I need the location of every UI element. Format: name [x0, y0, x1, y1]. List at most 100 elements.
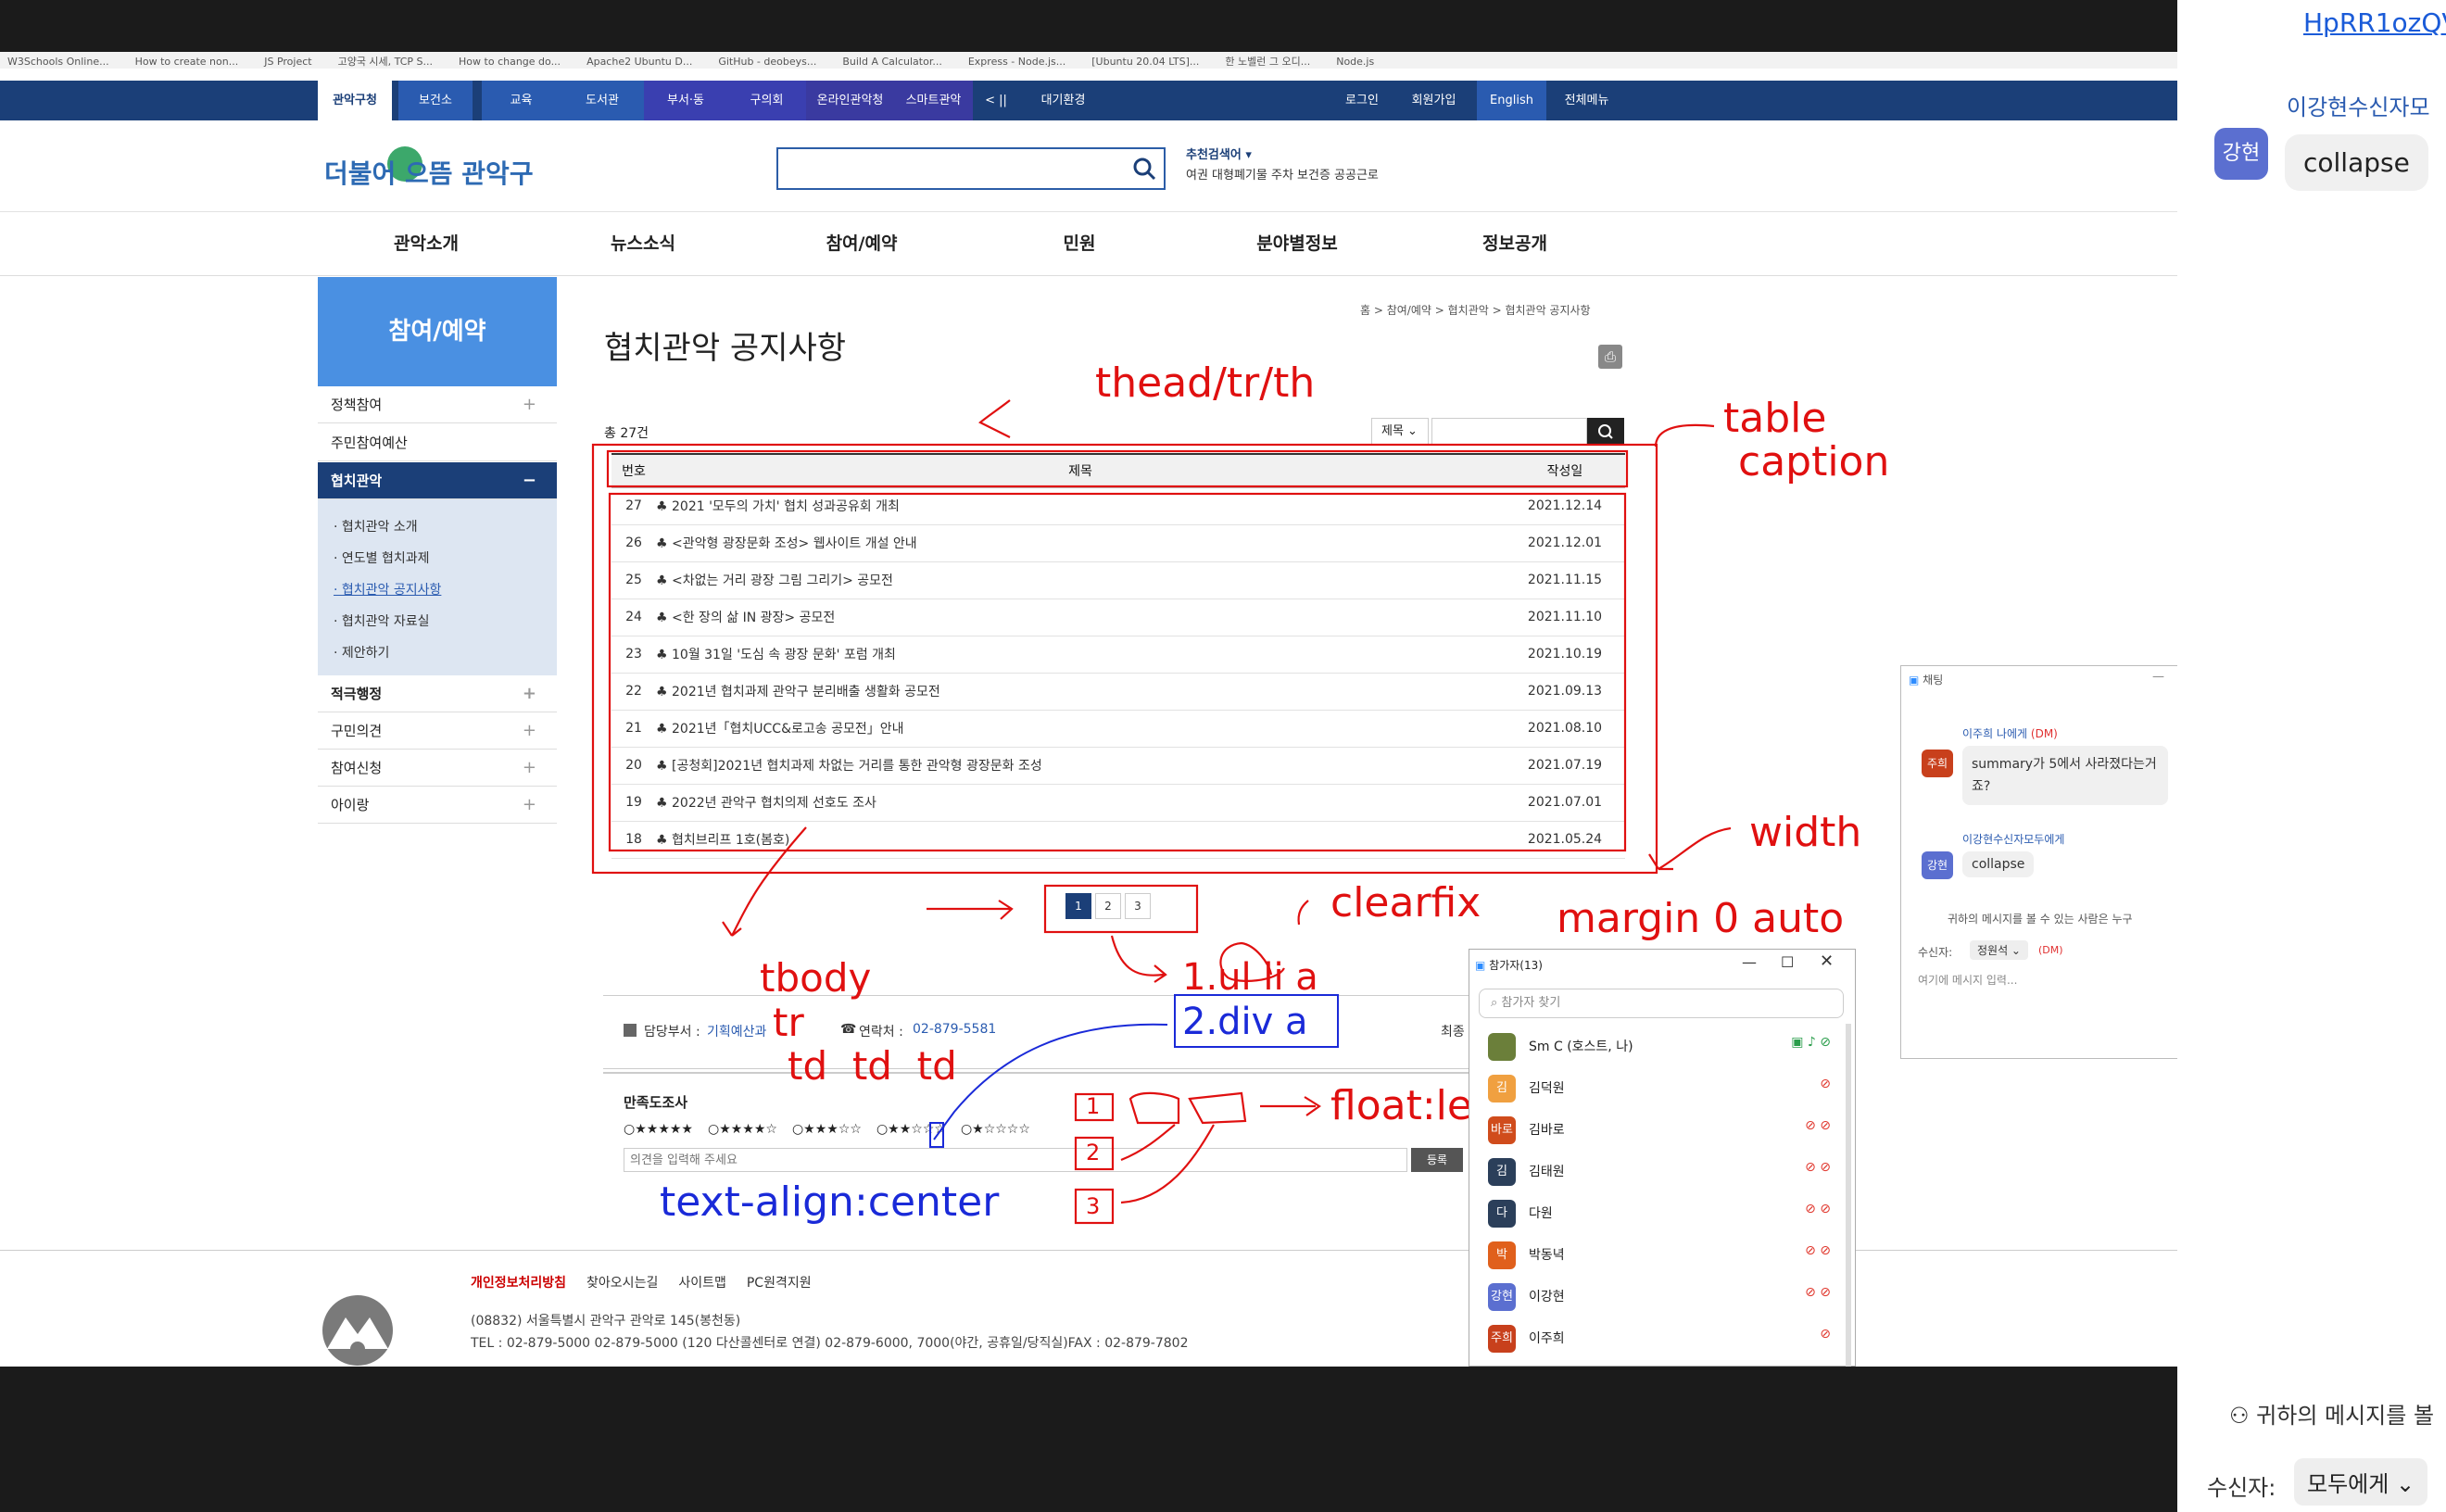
- util-tab-smart[interactable]: 스마트관악: [894, 81, 973, 120]
- participant-row[interactable]: 바로 김바로 ⊘ ⊘: [1488, 1111, 1831, 1148]
- rating-option-3[interactable]: ○★★★☆☆: [792, 1122, 862, 1137]
- table-row[interactable]: 27 ♣ 2021 '모두의 가치' 협치 성과공유회 개최 2021.12.14: [612, 487, 1625, 525]
- bookmark[interactable]: W3Schools Online...: [0, 54, 128, 68]
- submenu-item[interactable]: · 협치관악 자료실: [334, 611, 430, 633]
- gnb-item-about[interactable]: 관악소개: [334, 212, 519, 275]
- cell-title[interactable]: ♣ 협치브리프 1호(봄호): [656, 821, 1505, 859]
- table-row[interactable]: 18 ♣ 협치브리프 1호(봄호) 2021.05.24: [612, 821, 1625, 859]
- util-air-quality[interactable]: 대기환경: [1028, 81, 1098, 120]
- cell-title[interactable]: ♣ 10월 31일 '도심 속 광장 문화' 포럼 개최: [656, 636, 1505, 674]
- submenu-item-active[interactable]: · 협치관악 공지사항: [334, 579, 441, 601]
- gnb-item-civil[interactable]: 민원: [987, 212, 1172, 275]
- participant-row[interactable]: 주희 이주희 ⊘: [1488, 1319, 1831, 1356]
- mic-muted-icon[interactable]: ⊘: [1820, 1327, 1831, 1342]
- sidebar-item-apply[interactable]: 참여신청 +: [318, 750, 557, 787]
- mic-muted-icon[interactable]: ⊘ ⊘: [1805, 1118, 1831, 1133]
- minimize-icon[interactable]: —: [2152, 670, 2164, 684]
- bookmark[interactable]: Node.js: [1329, 54, 1393, 68]
- search-icon[interactable]: [1132, 157, 1156, 181]
- mic-icon[interactable]: ▣ ♪ ⊘: [1791, 1035, 1831, 1050]
- submenu-item[interactable]: · 협치관악 소개: [334, 516, 418, 538]
- recommend-label[interactable]: 추천검색어 ▾: [1186, 145, 1379, 166]
- sidebar-item-opinion[interactable]: 구민의견 +: [318, 712, 557, 750]
- scrollbar[interactable]: [1846, 1024, 1851, 1367]
- cell-title[interactable]: ♣ 2021 '모두의 가치' 협치 성과공유회 개최: [656, 487, 1505, 525]
- site-search-box[interactable]: [776, 147, 1166, 190]
- mic-muted-icon[interactable]: ⊘ ⊘: [1805, 1202, 1831, 1216]
- table-row[interactable]: 21 ♣ 2021년「협치UCC&로고송 공모전」안내 2021.08.10: [612, 710, 1625, 748]
- table-row[interactable]: 23 ♣ 10월 31일 '도심 속 광장 문화' 포럼 개최 2021.10.19: [612, 636, 1625, 674]
- cell-title[interactable]: ♣ 2022년 관악구 협치의제 선호도 조사: [656, 784, 1505, 822]
- survey-submit-button[interactable]: 등록: [1411, 1148, 1463, 1172]
- util-tab-online[interactable]: 온라인관악청: [806, 81, 894, 120]
- maximize-icon[interactable]: ☐: [1781, 953, 1794, 971]
- recommend-terms[interactable]: 여권 대형폐기물 주차 보건증 공공근로: [1186, 166, 1379, 186]
- cell-title[interactable]: ♣ <한 장의 삶 IN 광장> 공모전: [656, 598, 1505, 636]
- close-icon[interactable]: ✕: [1820, 951, 1834, 971]
- page-link-1[interactable]: 1: [1065, 893, 1091, 919]
- submenu-item[interactable]: · 제안하기: [334, 642, 389, 664]
- bookmark[interactable]: [Ubuntu 20.04 LTS]...: [1084, 54, 1217, 68]
- mic-muted-icon[interactable]: ⊘ ⊘: [1805, 1243, 1831, 1258]
- cell-title[interactable]: ♣ [공청회]2021년 협치과제 차없는 거리를 통한 관악형 광장문화 조성: [656, 747, 1505, 785]
- bookmark[interactable]: JS Project: [257, 54, 330, 68]
- gnb-item-field-info[interactable]: 분야별정보: [1204, 212, 1390, 275]
- bookmark[interactable]: Build A Calculator...: [835, 54, 960, 68]
- table-row[interactable]: 25 ♣ <차없는 거리 광장 그림 그리기> 공모전 2021.11.15: [612, 561, 1625, 599]
- sidebar-item-active-admin[interactable]: 적극행정 +: [318, 675, 557, 712]
- board-search-input[interactable]: [1431, 418, 1587, 446]
- rating-option-4[interactable]: ○★★★★☆: [708, 1122, 777, 1137]
- rating-option-5[interactable]: ○★★★★★: [624, 1122, 693, 1137]
- table-row[interactable]: 26 ♣ <관악형 광장문화 조성> 웹사이트 개설 안내 2021.12.01: [612, 524, 1625, 562]
- util-tab-education[interactable]: 교육: [482, 81, 561, 120]
- signup-link[interactable]: 회원가입: [1399, 81, 1469, 120]
- util-tab-health[interactable]: 보건소: [398, 81, 473, 120]
- page-link-3[interactable]: 3: [1125, 893, 1151, 919]
- participant-row[interactable]: 강현 이강현 ⊘ ⊘: [1488, 1278, 1831, 1315]
- util-tab-library[interactable]: 도서관: [561, 81, 644, 120]
- cell-title[interactable]: ♣ <관악형 광장문화 조성> 웹사이트 개설 안내: [656, 524, 1505, 562]
- table-row[interactable]: 24 ♣ <한 장의 삶 IN 광장> 공모전 2021.11.10: [612, 598, 1625, 636]
- survey-comment-input[interactable]: [624, 1148, 1407, 1172]
- all-menu-link[interactable]: 전체메뉴: [1547, 81, 1626, 120]
- util-tab-council[interactable]: 구의회: [727, 81, 806, 120]
- mic-muted-icon[interactable]: ⊘ ⊘: [1805, 1160, 1831, 1175]
- table-row[interactable]: 20 ♣ [공청회]2021년 협치과제 차없는 거리를 통한 관악형 광장문화 …: [612, 747, 1625, 785]
- minimize-icon[interactable]: —: [1742, 953, 1757, 971]
- cell-title[interactable]: ♣ 2021년 협치과제 관악구 분리배출 생활화 공모전: [656, 673, 1505, 711]
- mic-muted-icon[interactable]: ⊘: [1820, 1077, 1831, 1091]
- bookmark[interactable]: GitHub - deobeys...: [711, 54, 835, 68]
- util-tab-dept[interactable]: 부서·동: [644, 81, 727, 120]
- print-icon[interactable]: ⎙: [1598, 345, 1622, 369]
- sidebar-item-cooperation[interactable]: 협치관악 −: [318, 462, 557, 499]
- bookmark[interactable]: How to change do...: [451, 54, 579, 68]
- cell-title[interactable]: ♣ 2021년「협치UCC&로고송 공모전」안내: [656, 710, 1505, 748]
- participant-row[interactable]: 김 김태원 ⊘ ⊘: [1488, 1153, 1831, 1190]
- participant-search-input[interactable]: ⌕ 참가자 찾기: [1479, 989, 1844, 1018]
- participant-row[interactable]: 다 다원 ⊘ ⊘: [1488, 1194, 1831, 1231]
- directions-link[interactable]: 찾아오시는길: [586, 1276, 658, 1291]
- rating-option-2[interactable]: ○★★☆☆☆: [876, 1122, 946, 1137]
- submenu-item[interactable]: · 연도별 협치과제: [334, 548, 430, 570]
- page-link-2[interactable]: 2: [1095, 893, 1121, 919]
- bookmark[interactable]: 한 노벨런 그 오디...: [1217, 52, 1329, 69]
- table-row[interactable]: 19 ♣ 2022년 관악구 협치의제 선호도 조사 2021.07.01: [612, 784, 1625, 822]
- util-slider-controls[interactable]: < ||: [973, 81, 1019, 120]
- privacy-link[interactable]: 개인정보처리방침: [471, 1276, 566, 1291]
- cell-title[interactable]: ♣ <차없는 거리 광장 그림 그리기> 공모전: [656, 561, 1505, 599]
- sidebar-item-kids[interactable]: 아이랑 +: [318, 787, 557, 824]
- bookmark[interactable]: Apache2 Ubuntu D...: [579, 54, 711, 68]
- link-text[interactable]: HpRR1ozQV: [2303, 7, 2446, 38]
- search-field-select[interactable]: 제목 ⌄: [1371, 418, 1429, 446]
- util-tab-gwanak[interactable]: 관악구청: [318, 81, 392, 120]
- participant-row[interactable]: Sm C (호스트, 나) ▣ ♪ ⊘: [1488, 1027, 1831, 1065]
- chat-recipient-select[interactable]: 정원석 ⌄: [1970, 940, 2028, 960]
- gnb-item-participation[interactable]: 참여/예약: [769, 212, 954, 275]
- rating-option-1[interactable]: ○★☆☆☆☆: [961, 1122, 1030, 1137]
- table-row[interactable]: 22 ♣ 2021년 협치과제 관악구 분리배출 생활화 공모전 2021.09.1…: [612, 673, 1625, 711]
- participant-row[interactable]: 김 김덕원 ⊘: [1488, 1069, 1831, 1106]
- bookmark[interactable]: How to create non...: [128, 54, 258, 68]
- site-logo[interactable]: 더불어 으뜸 관악구: [324, 143, 534, 198]
- remote-support-link[interactable]: PC원격지원: [747, 1276, 812, 1291]
- login-link[interactable]: 로그인: [1334, 81, 1390, 120]
